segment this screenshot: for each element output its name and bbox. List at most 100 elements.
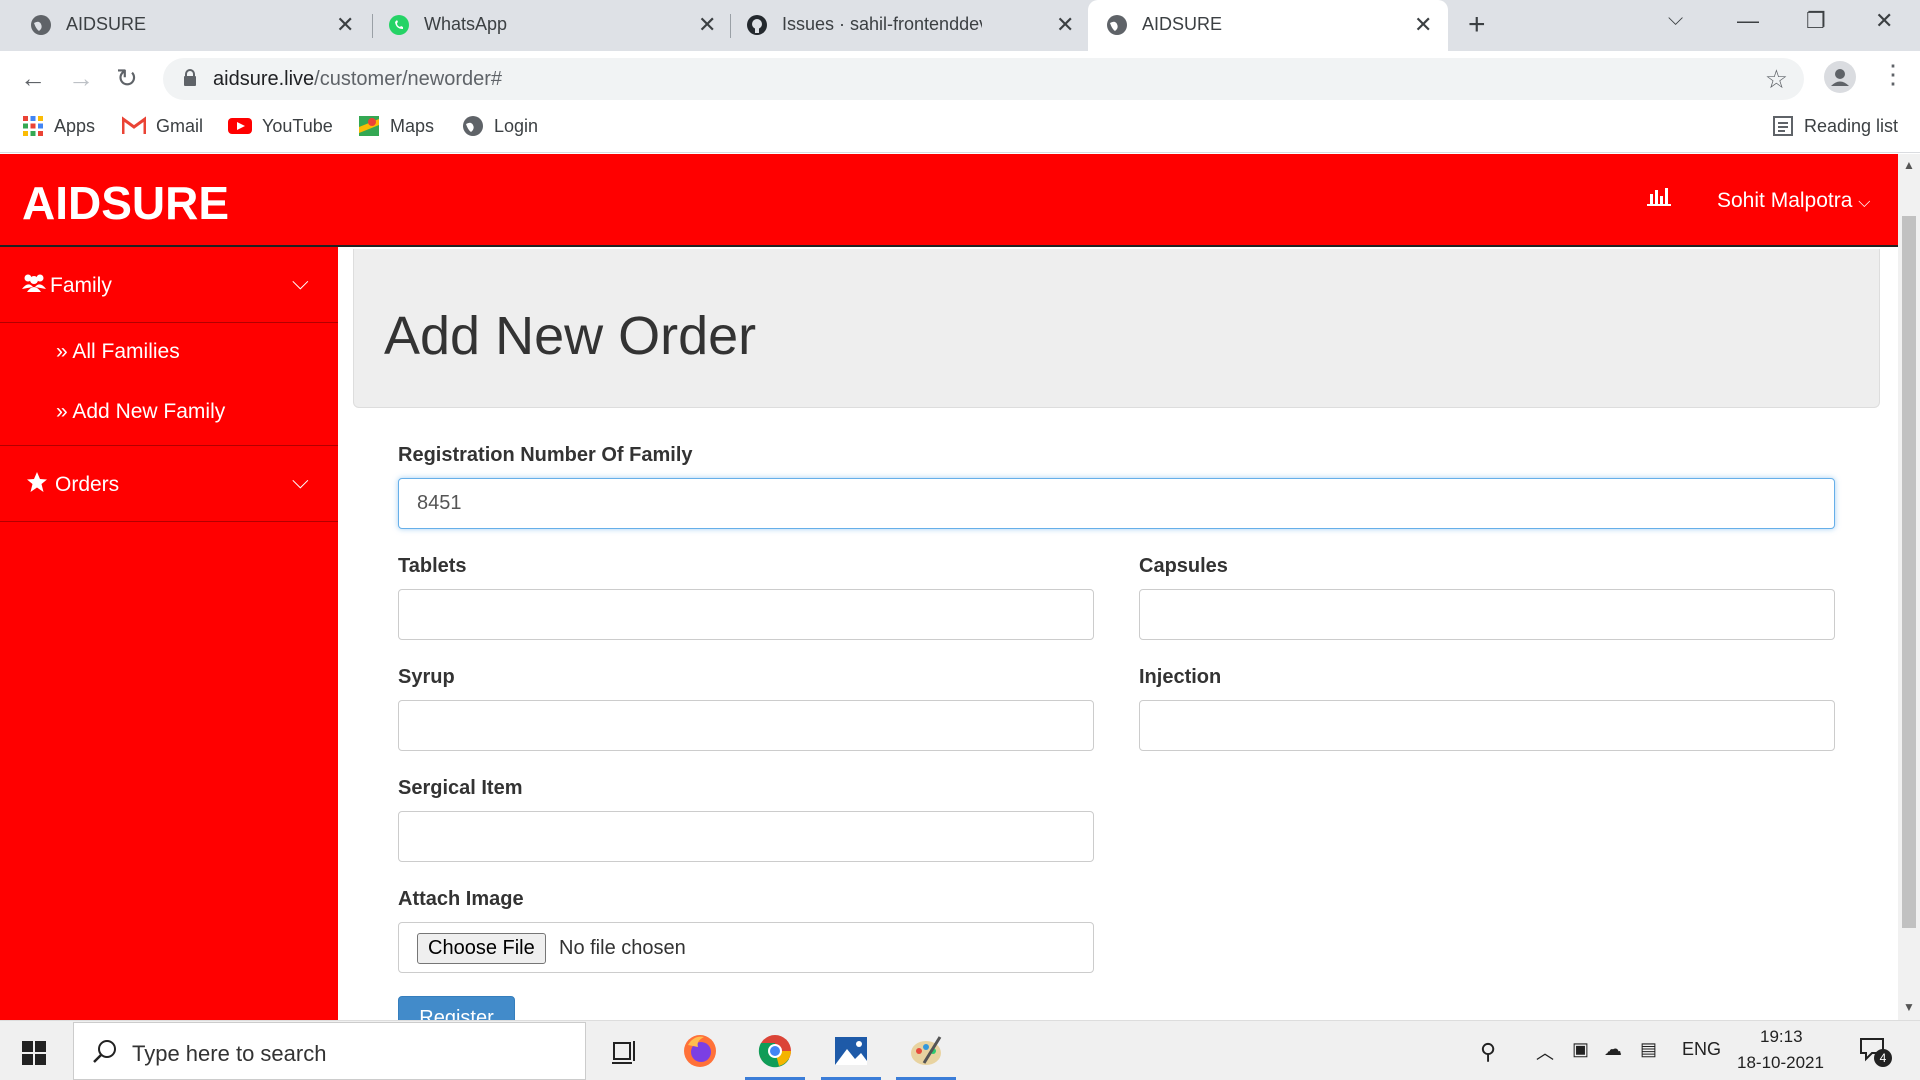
syrup-input[interactable]: [398, 700, 1094, 751]
close-tab-icon[interactable]: ✕: [698, 12, 716, 38]
attach-image-file-input[interactable]: Choose File No file chosen: [398, 922, 1094, 973]
gmail-icon: [122, 116, 146, 134]
onedrive-error-icon[interactable]: ☁: [1604, 1039, 1622, 1060]
page-header-panel: Add New Order: [353, 249, 1880, 408]
brand-logo[interactable]: AIDSURE: [22, 176, 229, 230]
bookmark-gmail[interactable]: Gmail: [122, 115, 203, 137]
browser-tab[interactable]: Issues · sahil-frontenddev/Aidsur ✕: [724, 0, 1086, 51]
reading-list-icon: [1773, 116, 1793, 136]
network-icon[interactable]: ▤: [1640, 1039, 1657, 1060]
user-menu-dropdown[interactable]: Sohit Malpotra ⌵: [1717, 189, 1870, 213]
sergical-item-label: Sergical Item: [398, 777, 523, 799]
url-host: aidsure.live: [213, 68, 315, 90]
sidebar-item-add-new-family[interactable]: » Add New Family: [56, 400, 225, 424]
notifications-button[interactable]: 4: [1858, 1035, 1892, 1068]
bookmark-maps[interactable]: Maps: [358, 115, 434, 137]
clock-time[interactable]: 19:13: [1760, 1027, 1803, 1047]
close-tab-icon[interactable]: ✕: [1056, 12, 1074, 38]
language-indicator[interactable]: ENG: [1682, 1039, 1721, 1060]
syrup-label: Syrup: [398, 666, 455, 688]
chrome-icon[interactable]: [755, 1031, 795, 1071]
url-text: aidsure.live/customer/neworder#: [213, 68, 502, 91]
sergical-item-input[interactable]: [398, 811, 1094, 862]
taskbar-search-box[interactable]: Type here to search: [73, 1022, 586, 1080]
bar-chart-icon[interactable]: [1647, 186, 1671, 206]
injection-label: Injection: [1139, 666, 1222, 688]
no-file-chosen-text: No file chosen: [559, 937, 686, 959]
bookmarks-bar: Apps Gmail YouTube Maps Login Reading li…: [0, 105, 1920, 153]
page-title: Add New Order: [384, 306, 757, 366]
bookmark-star-icon[interactable]: ☆: [1765, 64, 1788, 95]
window-close-icon[interactable]: ✕: [1875, 8, 1893, 34]
photos-icon[interactable]: [831, 1031, 871, 1071]
page-scrollbar[interactable]: ▲ ▼: [1898, 154, 1920, 1020]
tab-title: Issues · sahil-frontenddev/Aidsur: [782, 14, 982, 34]
restore-icon[interactable]: ❐: [1806, 8, 1826, 34]
bookmark-label: YouTube: [262, 115, 333, 136]
globe-icon: [1107, 15, 1127, 35]
bookmark-label: Gmail: [156, 115, 204, 136]
bookmark-login[interactable]: Login: [462, 115, 538, 137]
clock-date[interactable]: 18-10-2021: [1737, 1053, 1824, 1073]
users-icon: [22, 274, 46, 292]
meet-now-icon[interactable]: ▣: [1572, 1039, 1589, 1060]
close-tab-icon[interactable]: ✕: [1414, 12, 1432, 38]
scroll-down-arrow-icon[interactable]: ▼: [1903, 1000, 1915, 1014]
web-page: AIDSURE Sohit Malpotra ⌵ Family ⌵ » All …: [0, 154, 1898, 1020]
capsules-input[interactable]: [1139, 589, 1835, 640]
search-placeholder: Type here to search: [132, 1041, 327, 1066]
capsules-label: Capsules: [1139, 555, 1228, 577]
paint-icon[interactable]: [906, 1031, 946, 1071]
show-hidden-icons-chevron-icon[interactable]: ︿: [1536, 1039, 1554, 1065]
register-button[interactable]: Register: [398, 996, 515, 1020]
sidebar-item-family[interactable]: Family ⌵: [0, 247, 338, 323]
chevron-down-icon: ⌵: [292, 269, 309, 294]
tab-title: AIDSURE: [66, 14, 147, 34]
maps-icon: [359, 116, 379, 136]
tablets-input[interactable]: [398, 589, 1094, 640]
profile-avatar-icon[interactable]: [1824, 61, 1856, 93]
reading-list-label: Reading list: [1804, 115, 1899, 136]
browser-tab-strip: AIDSURE ✕ WhatsApp ✕ Issues · sahil-fron…: [0, 0, 1920, 51]
search-icon: [93, 1040, 116, 1063]
sidebar: Family ⌵ » All Families » Add New Family…: [0, 247, 338, 1020]
choose-file-button[interactable]: Choose File: [417, 933, 546, 964]
browser-tab[interactable]: AIDSURE ✕: [0, 0, 362, 51]
github-icon: [747, 15, 767, 35]
sidebar-item-orders[interactable]: Orders ⌵: [0, 446, 338, 522]
double-chevron-right-icon: »: [56, 400, 68, 423]
close-tab-icon[interactable]: ✕: [336, 12, 354, 38]
windows-start-icon[interactable]: [22, 1041, 46, 1065]
scroll-up-arrow-icon[interactable]: ▲: [1903, 158, 1915, 172]
injection-input[interactable]: [1139, 700, 1835, 751]
user-name: Sohit Malpotra: [1717, 189, 1853, 212]
bookmark-youtube[interactable]: YouTube: [228, 115, 333, 137]
reading-list-button[interactable]: Reading list: [1772, 115, 1898, 137]
star-icon: [27, 472, 47, 492]
tab-title: WhatsApp: [424, 14, 508, 34]
lock-icon[interactable]: [183, 69, 197, 87]
sidebar-item-label: Add New Family: [72, 400, 226, 423]
globe-icon: [463, 116, 483, 136]
reload-icon[interactable]: ↻: [116, 63, 138, 94]
whatsapp-icon: [389, 15, 409, 35]
registration-number-input[interactable]: [398, 478, 1835, 529]
sidebar-item-all-families[interactable]: » All Families: [56, 340, 180, 364]
firefox-icon[interactable]: [680, 1031, 720, 1071]
tab-search-chevron-icon[interactable]: ⌵: [1668, 8, 1683, 31]
browser-tab-active[interactable]: AIDSURE ✕: [1088, 0, 1448, 51]
task-view-icon[interactable]: [604, 1031, 644, 1071]
browser-menu-icon[interactable]: ⋮: [1880, 59, 1906, 90]
address-bar[interactable]: aidsure.live/customer/neworder# ☆: [163, 58, 1804, 100]
new-tab-button[interactable]: +: [1468, 8, 1486, 42]
windows-taskbar: Type here to search ⚲ ︿ ▣ ☁ ▤ ENG 19:13 …: [0, 1020, 1920, 1080]
people-icon[interactable]: ⚲: [1480, 1039, 1496, 1065]
bookmark-apps[interactable]: Apps: [22, 115, 95, 137]
youtube-icon: [228, 118, 252, 134]
scrollbar-thumb[interactable]: [1902, 216, 1916, 928]
registration-number-label: Registration Number Of Family: [398, 444, 693, 466]
minimize-icon[interactable]: —: [1737, 8, 1759, 34]
browser-tab[interactable]: WhatsApp ✕: [362, 0, 724, 51]
forward-arrow-icon[interactable]: →: [68, 63, 94, 94]
back-arrow-icon[interactable]: ←: [20, 63, 46, 94]
